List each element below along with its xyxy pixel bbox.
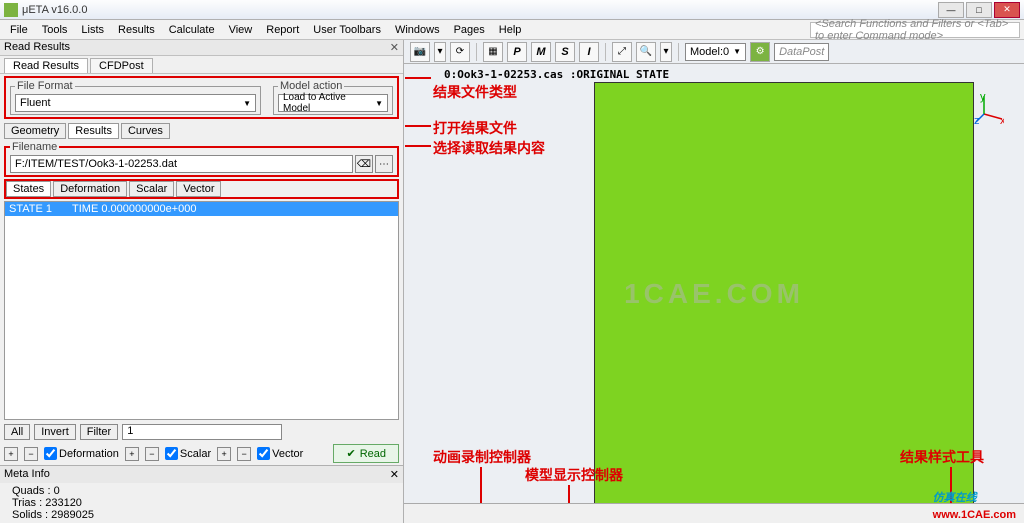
app-icon — [4, 3, 18, 17]
model-settings-icon[interactable]: ⚙ — [750, 42, 770, 62]
filename-legend: Filename — [10, 141, 59, 153]
deformation-checkbox[interactable]: Deformation — [44, 447, 119, 460]
meta-close-icon[interactable]: ✕ — [390, 468, 399, 481]
expand-button[interactable]: + — [217, 447, 231, 461]
footer-link: 仿真在线 www.1CAE.com — [933, 488, 1016, 521]
subtab-deformation[interactable]: Deformation — [53, 181, 127, 197]
scalar-checkbox[interactable]: Scalar — [165, 447, 211, 460]
datapost-combo[interactable]: DataPost — [774, 43, 829, 61]
model-action-combo[interactable]: Load to Active Model ▼ — [278, 94, 388, 112]
grid-icon[interactable]: ▦ — [483, 42, 503, 62]
subtab-vector[interactable]: Vector — [176, 181, 221, 197]
expand-button[interactable]: + — [4, 447, 18, 461]
collapse-button[interactable]: − — [145, 447, 159, 461]
chevron-down-icon[interactable]: ▾ — [434, 42, 446, 62]
m-icon[interactable]: M — [531, 42, 551, 62]
menu-user-toolbars[interactable]: User Toolbars — [307, 22, 387, 38]
annotation: 模型显示控制器 — [525, 465, 623, 485]
state-time: TIME 0.000000000e+000 — [72, 203, 196, 215]
filter-input[interactable]: 1 — [122, 424, 282, 440]
tab-curves[interactable]: Curves — [121, 123, 170, 139]
maximize-button[interactable]: □ — [966, 2, 992, 18]
collapse-button[interactable]: − — [237, 447, 251, 461]
read-button[interactable]: ✔ Read — [333, 444, 399, 463]
menu-help[interactable]: Help — [493, 22, 528, 38]
menu-bar: File Tools Lists Results Calculate View … — [0, 20, 1024, 40]
chevron-down-icon[interactable]: ▾ — [660, 42, 672, 62]
model-selector[interactable]: Model:0▼ — [685, 43, 746, 61]
model-action-legend: Model action — [278, 80, 344, 92]
sync-icon[interactable]: ⟳ — [450, 42, 470, 62]
bottom-toolbar[interactable] — [404, 503, 1024, 523]
check-icon: ✔ — [346, 447, 355, 460]
tab-results[interactable]: Results — [68, 123, 119, 139]
menu-windows[interactable]: Windows — [389, 22, 446, 38]
i-icon[interactable]: I — [579, 42, 599, 62]
zoom-icon[interactable]: 🔍 — [636, 42, 656, 62]
menu-report[interactable]: Report — [260, 22, 305, 38]
meta-info-header: Meta Info ✕ — [0, 465, 403, 483]
svg-text:y: y — [980, 94, 986, 103]
zoom-fit-icon[interactable]: ⤢ — [612, 42, 632, 62]
minimize-button[interactable]: — — [938, 2, 964, 18]
panel-header: Read Results ✕ — [0, 40, 403, 56]
panel-title: Read Results — [4, 41, 70, 54]
annotation: 结果样式工具 — [900, 447, 984, 467]
menu-results[interactable]: Results — [112, 22, 161, 38]
filter-button[interactable]: Filter — [80, 424, 118, 440]
file-format-combo[interactable]: Fluent ▼ — [15, 94, 256, 112]
filename-input[interactable]: F:/ITEM/TEST/Ook3-1-02253.dat — [10, 155, 353, 173]
menu-lists[interactable]: Lists — [75, 22, 110, 38]
svg-text:x: x — [1000, 115, 1004, 124]
read-results-panel: Read Results ✕ Read Results CFDPost File… — [0, 40, 404, 523]
state-label: STATE 1 — [9, 203, 52, 215]
invert-button[interactable]: Invert — [34, 424, 76, 440]
s-icon[interactable]: S — [555, 42, 575, 62]
clear-file-button[interactable]: ⌫ — [355, 155, 373, 173]
annotation: 动画录制控制器 — [433, 447, 531, 467]
tab-read-results[interactable]: Read Results — [4, 58, 88, 73]
browse-button[interactable]: ⋯ — [375, 155, 393, 173]
subtab-states[interactable]: States — [6, 181, 51, 197]
window-title: μETA v16.0.0 — [22, 4, 936, 16]
viewport-title: 0:Ook3-1-02253.cas :ORIGINAL STATE — [444, 68, 669, 81]
states-list[interactable]: STATE 1 TIME 0.000000000e+000 — [4, 201, 399, 420]
svg-text:z: z — [974, 115, 980, 124]
vector-checkbox[interactable]: Vector — [257, 447, 303, 460]
menu-file[interactable]: File — [4, 22, 34, 38]
model-action-value: Load to Active Model — [283, 92, 375, 114]
list-item[interactable]: STATE 1 TIME 0.000000000e+000 — [5, 202, 398, 216]
close-button[interactable]: ✕ — [994, 2, 1020, 18]
menu-pages[interactable]: Pages — [448, 22, 491, 38]
chevron-down-icon: ▼ — [243, 99, 251, 108]
tab-geometry[interactable]: Geometry — [4, 123, 66, 139]
chevron-down-icon: ▼ — [375, 99, 383, 108]
axes-gizmo: x y z — [974, 94, 1004, 124]
expand-button[interactable]: + — [125, 447, 139, 461]
p-icon[interactable]: P — [507, 42, 527, 62]
file-format-value: Fluent — [20, 97, 51, 109]
camera-icon[interactable]: 📷 — [410, 42, 430, 62]
all-button[interactable]: All — [4, 424, 30, 440]
collapse-button[interactable]: − — [24, 447, 38, 461]
panel-close-icon[interactable]: ✕ — [390, 41, 399, 54]
file-format-legend: File Format — [15, 80, 75, 92]
annotation: 选择读取结果内容 — [433, 138, 545, 158]
tab-cfdpost[interactable]: CFDPost — [90, 58, 153, 73]
meta-info-body: Quads : 0 Trias : 233120 Solids : 298902… — [0, 483, 403, 523]
menu-tools[interactable]: Tools — [36, 22, 74, 38]
menu-calculate[interactable]: Calculate — [163, 22, 221, 38]
watermark: 1CAE.COM — [624, 278, 804, 310]
command-search[interactable]: <Search Functions and Filters or <Tab> t… — [810, 22, 1020, 38]
annotation: 结果文件类型 — [433, 82, 517, 102]
subtab-scalar[interactable]: Scalar — [129, 181, 174, 197]
menu-view[interactable]: View — [223, 22, 259, 38]
annotation: 打开结果文件 — [433, 118, 517, 138]
viewport-toolbar: 📷 ▾ ⟳ ▦ P M S I ⤢ 🔍 ▾ Model:0▼ ⚙ DataPos… — [404, 40, 1024, 64]
